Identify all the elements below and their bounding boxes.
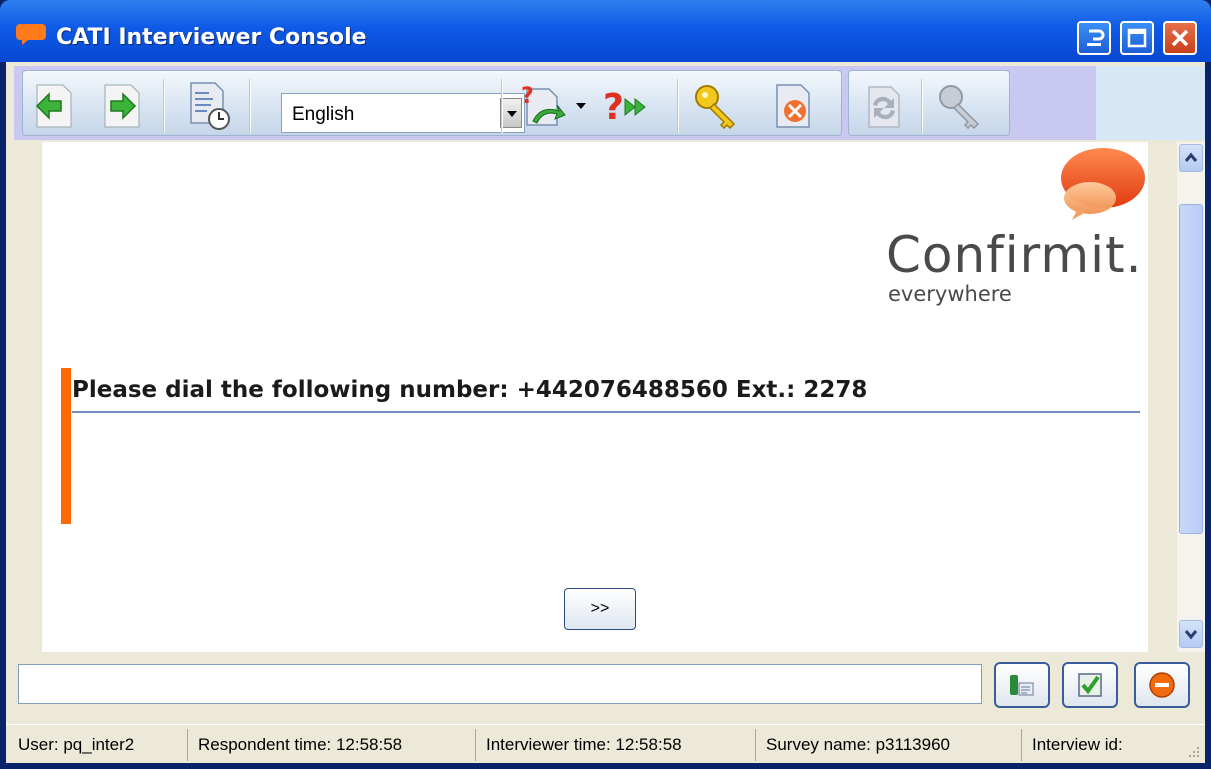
chevron-down-icon	[1184, 630, 1198, 640]
scroll-up-button[interactable]	[1179, 144, 1203, 172]
refresh-button[interactable]	[857, 81, 907, 131]
question-fast-forward-icon: ?	[603, 87, 646, 128]
phone-book-button[interactable]	[994, 662, 1050, 708]
small-dropdown-arrow-icon[interactable]	[575, 101, 587, 111]
comment-input[interactable]	[18, 664, 982, 704]
maximize-button[interactable]	[1120, 21, 1154, 55]
document-delete-icon	[776, 84, 810, 128]
resize-grip-icon[interactable]	[1185, 743, 1201, 759]
question-divider	[72, 411, 1140, 413]
checkmark-icon	[1078, 673, 1102, 697]
history-button[interactable]	[183, 81, 233, 131]
toolbar-main-group: English ? ?	[22, 70, 842, 136]
question-text: Please dial the following number: +44207…	[72, 377, 868, 403]
close-button[interactable]	[1163, 21, 1197, 55]
toolbar-separator	[921, 79, 923, 133]
toolbar: English ? ?	[14, 66, 1100, 140]
key-button[interactable]	[691, 81, 741, 131]
brand-tagline: everywhere	[888, 282, 1012, 306]
stop-button[interactable]	[1134, 662, 1190, 708]
confirm-button[interactable]	[1062, 662, 1118, 708]
status-survey-name: Survey name: p3113960	[766, 729, 1022, 761]
close-icon	[1171, 29, 1189, 47]
title-bar[interactable]: CATI Interviewer Console	[0, 0, 1211, 62]
question-phone-return-icon: ?	[521, 84, 566, 126]
document-clock-icon	[190, 82, 230, 130]
phone-card-icon	[1010, 675, 1034, 696]
toolbar-separator	[677, 79, 679, 133]
toolbar-secondary-group	[848, 70, 1010, 136]
question-marker	[61, 368, 71, 524]
stop-icon	[1149, 672, 1175, 698]
back-button[interactable]	[29, 81, 79, 131]
language-select[interactable]: English	[281, 93, 525, 133]
status-interviewer-time: Interviewer time: 12:58:58	[486, 729, 756, 761]
window-title: CATI Interviewer Console	[56, 25, 367, 50]
key-disabled-button[interactable]	[935, 81, 985, 131]
toolbar-empty-area	[1096, 66, 1205, 140]
forward-button[interactable]	[97, 81, 147, 131]
green-left-arrow-icon	[35, 84, 72, 128]
scroll-down-button[interactable]	[1179, 620, 1203, 648]
app-window: CATI Interviewer Console English ? ? Con…	[0, 0, 1211, 769]
key-disabled-icon	[939, 85, 980, 130]
minimize-icon	[1087, 29, 1105, 46]
status-user: User: pq_inter2	[18, 729, 188, 761]
next-button[interactable]: >>	[564, 588, 636, 630]
app-logo-icon	[16, 24, 46, 45]
language-value: English	[292, 104, 355, 125]
toolbar-separator	[501, 79, 503, 133]
key-icon	[695, 85, 736, 130]
skip-question-button[interactable]: ?	[601, 81, 651, 131]
vertical-scrollbar[interactable]	[1177, 142, 1205, 652]
refresh-disabled-icon	[868, 86, 900, 128]
toolbar-separator	[249, 79, 251, 133]
brand-name: Confirmit.	[886, 226, 1143, 284]
minimize-button[interactable]	[1077, 21, 1111, 55]
svg-text:?: ?	[521, 84, 534, 109]
return-call-button[interactable]: ?	[517, 81, 567, 131]
toolbar-separator	[163, 79, 165, 133]
maximize-icon	[1127, 28, 1147, 48]
chevron-up-icon	[1184, 152, 1198, 162]
svg-text:?: ?	[603, 87, 624, 128]
status-bar: User: pq_inter2 Respondent time: 12:58:5…	[6, 724, 1205, 763]
scroll-thumb[interactable]	[1179, 204, 1203, 534]
cancel-document-button[interactable]	[769, 81, 819, 131]
main-frame: English ? ? Confirmit. everywhere Please…	[6, 62, 1205, 763]
status-respondent-time: Respondent time: 12:58:58	[198, 729, 476, 761]
interview-content: Confirmit. everywhere Please dial the fo…	[42, 142, 1148, 652]
status-interview-id: Interview id:	[1032, 735, 1123, 754]
green-right-arrow-icon	[104, 84, 140, 128]
